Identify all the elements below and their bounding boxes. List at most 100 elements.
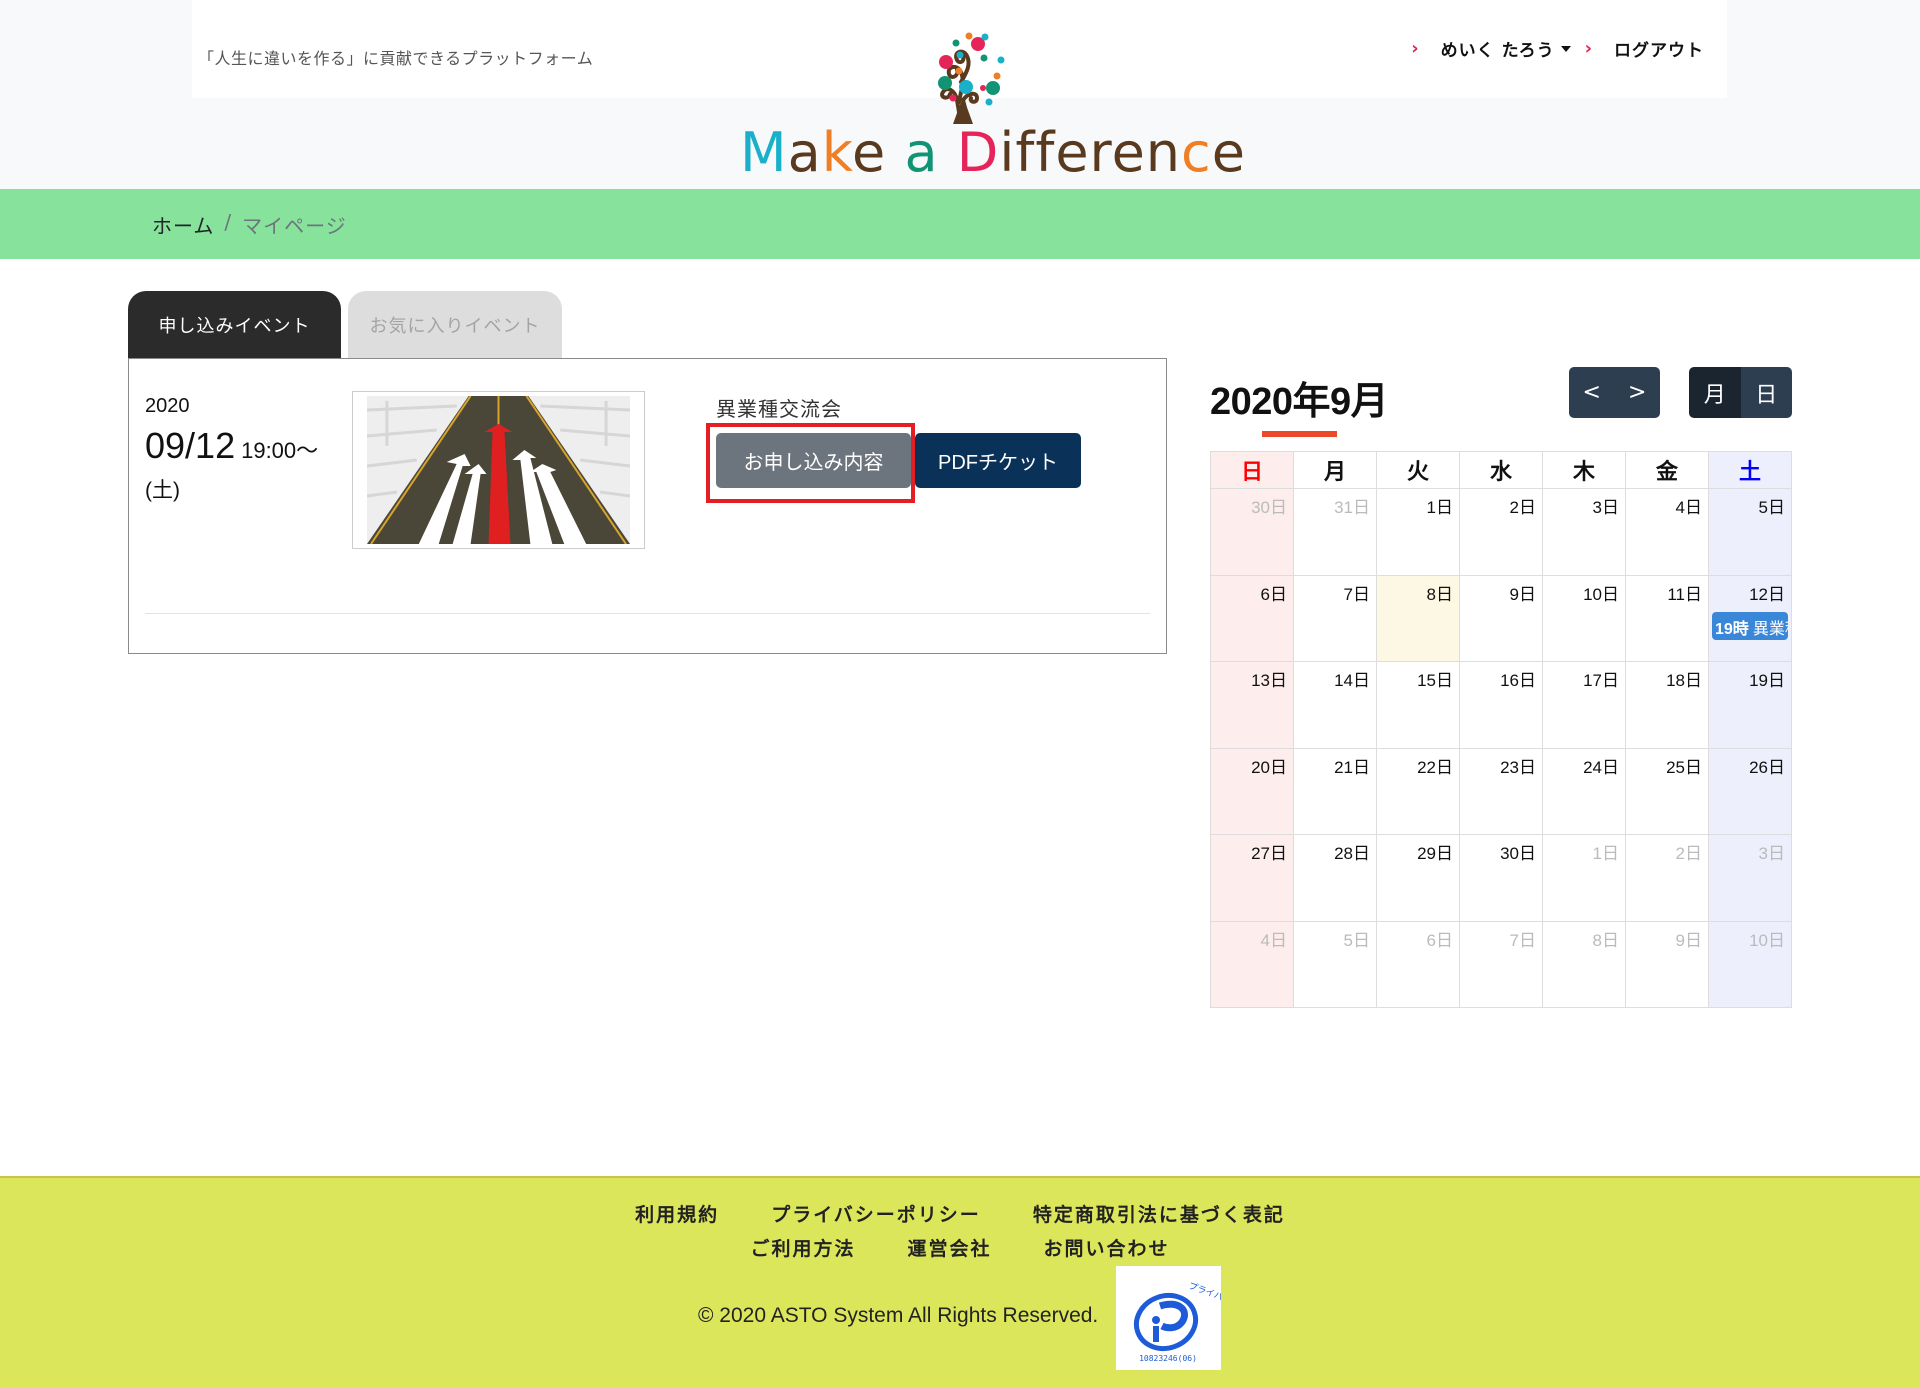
logo-tree-icon[interactable] — [917, 20, 1007, 126]
calendar-day[interactable]: 10日 — [1708, 920, 1792, 1008]
calendar-day[interactable]: 23日 — [1459, 747, 1543, 835]
day-number: 23 — [1500, 757, 1519, 777]
day-number: 24 — [1583, 757, 1602, 777]
tab-favorite-events[interactable]: お気に入りイベント — [348, 291, 562, 358]
calendar-day[interactable]: 11日 — [1625, 574, 1709, 662]
event-date: 09/12 19:00～ — [145, 425, 318, 467]
calendar-day[interactable]: 26日 — [1708, 747, 1792, 835]
calendar-day[interactable]: 17日 — [1542, 661, 1626, 749]
calendar-day[interactable]: 22日 — [1376, 747, 1460, 835]
calendar-day[interactable]: 6日 — [1376, 920, 1460, 1008]
day-suffix: 日 — [1519, 584, 1536, 604]
calendar-day[interactable]: 9日 — [1625, 920, 1709, 1008]
calendar-day[interactable]: 7日 — [1293, 574, 1377, 662]
calendar-day[interactable]: 13日 — [1210, 661, 1294, 749]
day-number: 8 — [1592, 930, 1602, 950]
calendar-nav-group: < > — [1569, 367, 1660, 418]
calendar-day[interactable]: 1日 — [1542, 834, 1626, 922]
event-thumbnail[interactable] — [352, 391, 645, 549]
breadcrumb-separator: / — [224, 210, 233, 234]
day-suffix: 日 — [1685, 498, 1702, 517]
calendar-day[interactable]: 3日 — [1708, 834, 1792, 922]
application-details-button[interactable]: お申し込み内容 — [716, 433, 911, 488]
calendar-day[interactable]: 29日 — [1376, 834, 1460, 922]
calendar-day[interactable]: 7日 — [1459, 920, 1543, 1008]
calendar-day[interactable]: 9日 — [1459, 574, 1543, 662]
calendar-day[interactable]: 30日 — [1210, 488, 1294, 576]
logo-letter: k — [821, 121, 853, 184]
breadcrumb: ホーム / マイページ — [152, 210, 347, 239]
day-suffix: 日 — [1602, 844, 1619, 863]
day-suffix: 日 — [1353, 844, 1370, 863]
weekday-header: 日 — [1210, 451, 1294, 489]
calendar-day[interactable]: 20日 — [1210, 747, 1294, 835]
day-suffix: 日 — [1353, 584, 1370, 604]
day-number: 9 — [1675, 930, 1685, 950]
event-title[interactable]: 異業種交流会 — [716, 393, 842, 422]
day-suffix: 日 — [1436, 671, 1453, 690]
calendar-day[interactable]: 3日 — [1542, 488, 1626, 576]
calendar-day[interactable]: 27日 — [1210, 834, 1294, 922]
day-suffix: 日 — [1602, 930, 1619, 950]
breadcrumb-home-link[interactable]: ホーム — [152, 210, 214, 239]
calendar-day[interactable]: 18日 — [1625, 661, 1709, 749]
day-suffix: 日 — [1436, 584, 1453, 604]
month-view-button[interactable]: 月 — [1689, 367, 1741, 418]
calendar-day[interactable]: 2日 — [1625, 834, 1709, 922]
prev-month-button[interactable]: < — [1569, 367, 1615, 418]
logout-link[interactable]: ログアウト — [1614, 36, 1704, 61]
calendar-day[interactable]: 16日 — [1459, 661, 1543, 749]
breadcrumb-current: マイページ — [242, 214, 347, 238]
footer-link-company[interactable]: 運営会社 — [907, 1234, 991, 1261]
day-number: 29 — [1417, 844, 1436, 863]
calendar-day[interactable]: 31日 — [1293, 488, 1377, 576]
next-month-button[interactable]: > — [1614, 367, 1660, 418]
day-number: 6 — [1260, 584, 1270, 604]
day-suffix: 日 — [1270, 671, 1287, 690]
calendar-day[interactable]: 30日 — [1459, 834, 1543, 922]
pdf-ticket-button[interactable]: PDFチケット — [915, 433, 1081, 488]
day-suffix: 日 — [1436, 930, 1453, 950]
footer: 利用規約 プライバシーポリシー 特定商取引法に基づく表記 ご利用方法 運営会社 … — [0, 1176, 1920, 1387]
calendar-day[interactable]: 21日 — [1293, 747, 1377, 835]
footer-link-privacy-policy[interactable]: プライバシーポリシー — [771, 1200, 981, 1227]
calendar-day[interactable]: 6日 — [1210, 574, 1294, 662]
calendar-day[interactable]: 1日 — [1376, 488, 1460, 576]
footer-link-terms[interactable]: 利用規約 — [635, 1200, 719, 1227]
calendar-day[interactable]: 14日 — [1293, 661, 1377, 749]
calendar-day-today[interactable]: 8日 — [1376, 574, 1460, 662]
day-suffix: 日 — [1685, 757, 1702, 777]
calendar-day[interactable]: 8日 — [1542, 920, 1626, 1008]
copyright: © 2020 ASTO System All Rights Reserved. — [698, 1304, 1099, 1327]
footer-link-commercial-law[interactable]: 特定商取引法に基づく表記 — [1033, 1200, 1285, 1227]
calendar-day[interactable]: 5日 — [1708, 488, 1792, 576]
day-number: 4 — [1260, 930, 1270, 950]
calendar-day[interactable]: 10日 — [1542, 574, 1626, 662]
day-number: 18 — [1666, 671, 1685, 690]
calendar-day[interactable]: 2日 — [1459, 488, 1543, 576]
day-suffix: 日 — [1768, 584, 1785, 604]
calendar-day[interactable]: 25日 — [1625, 747, 1709, 835]
privacy-mark-icon[interactable]: プライバシー 10823246(06) — [1116, 1266, 1241, 1370]
footer-link-contact[interactable]: お問い合わせ — [1044, 1234, 1170, 1261]
day-suffix: 日 — [1353, 930, 1370, 950]
footer-link-how-to-use[interactable]: ご利用方法 — [750, 1234, 855, 1261]
calendar-event[interactable]: 19時異業種交流会 — [1712, 611, 1788, 640]
calendar-week-row: 6日7日8日9日10日11日12日19時異業種交流会 — [1210, 574, 1792, 662]
calendar-day[interactable]: 15日 — [1376, 661, 1460, 749]
calendar-day[interactable]: 12日 19時異業種交流会 — [1708, 574, 1792, 662]
calendar-week-row: 30日 31日 1日 2日 3日 4日 5日 — [1210, 488, 1792, 576]
calendar-day[interactable]: 5日 — [1293, 920, 1377, 1008]
weekday-header: 火 — [1376, 451, 1460, 489]
calendar-day[interactable]: 4日 — [1625, 488, 1709, 576]
calendar-day[interactable]: 24日 — [1542, 747, 1626, 835]
calendar-day[interactable]: 19日 — [1708, 661, 1792, 749]
calendar-day[interactable]: 4日 — [1210, 920, 1294, 1008]
day-number: 21 — [1334, 757, 1353, 777]
day-suffix: 日 — [1602, 757, 1619, 777]
logo-wordmark[interactable]: Make a Difference — [740, 126, 1246, 180]
day-view-button[interactable]: 日 — [1740, 367, 1792, 418]
calendar-day[interactable]: 28日 — [1293, 834, 1377, 922]
user-menu-dropdown[interactable]: めいく たろう — [1441, 36, 1585, 61]
tab-applied-events[interactable]: 申し込みイベント — [128, 291, 341, 358]
